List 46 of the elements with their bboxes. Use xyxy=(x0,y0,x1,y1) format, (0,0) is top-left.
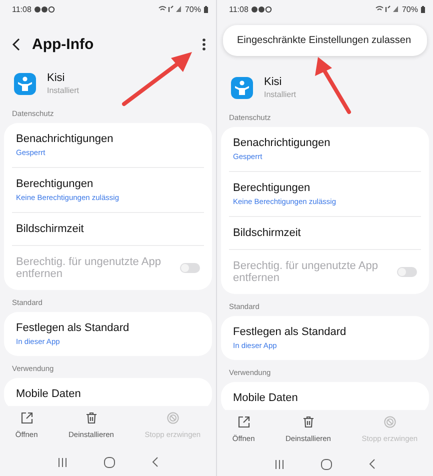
recent-apps-icon[interactable] xyxy=(58,458,68,466)
app-icon xyxy=(14,72,36,94)
item-title: Festlegen als Standard xyxy=(16,322,130,334)
signal-icons xyxy=(158,5,182,13)
status-time: 11:08 xyxy=(229,4,248,14)
trash-icon xyxy=(302,416,314,428)
battery-level: 70% xyxy=(184,4,201,14)
status-time: 11:08 xyxy=(12,4,32,14)
item-title: Festlegen als Standard xyxy=(233,326,348,338)
page-title: App-Info xyxy=(32,36,94,52)
battery-icon xyxy=(204,6,208,12)
trash-icon xyxy=(86,412,97,424)
item-title: Berechtigungen xyxy=(16,178,94,190)
menu-item[interactable]: Eingeschränkte Einstellungen zulassen xyxy=(223,25,427,56)
app-name: Kisi xyxy=(47,72,66,84)
settings-item[interactable]: Bildschirmzeit xyxy=(12,213,204,245)
app-name: Kisi xyxy=(264,76,283,88)
settings-item[interactable]: Mobile Daten xyxy=(229,382,421,410)
item-title: Berechtig. für ungenutzte App entfernen xyxy=(16,256,162,280)
item-title: Mobile Daten xyxy=(233,392,299,404)
stop-icon xyxy=(166,412,179,424)
battery-level: 70% xyxy=(402,4,418,14)
home-icon[interactable] xyxy=(104,456,115,468)
back-icon[interactable] xyxy=(12,38,20,50)
item-title: Bildschirmzeit xyxy=(16,223,85,235)
recent-apps-icon[interactable] xyxy=(275,460,284,468)
settings-item[interactable]: Mobile Daten xyxy=(12,378,204,406)
app-icon xyxy=(231,76,253,98)
more-options-icon[interactable] xyxy=(202,38,206,50)
item-title: Mobile Daten xyxy=(16,388,82,400)
item-title: Berechtigungen xyxy=(233,182,312,194)
open-external-icon xyxy=(238,416,250,428)
item-title: Benachrichtigungen xyxy=(16,133,114,145)
home-icon[interactable] xyxy=(320,458,332,470)
stop-icon xyxy=(384,416,396,428)
item-title: Berechtig. für ungenutzte App entfernen xyxy=(233,260,379,284)
battery-icon xyxy=(421,6,425,12)
item-title: Benachrichtigungen xyxy=(233,137,332,149)
settings-item[interactable]: Bildschirmzeit xyxy=(229,217,421,249)
open-external-icon xyxy=(20,412,33,424)
item-title: Bildschirmzeit xyxy=(233,227,302,239)
app-status: Installiert xyxy=(47,86,80,95)
app-status: Installiert xyxy=(264,90,296,99)
signal-icons xyxy=(374,5,399,13)
notification-icons xyxy=(251,6,274,12)
notification-icons xyxy=(34,6,56,12)
